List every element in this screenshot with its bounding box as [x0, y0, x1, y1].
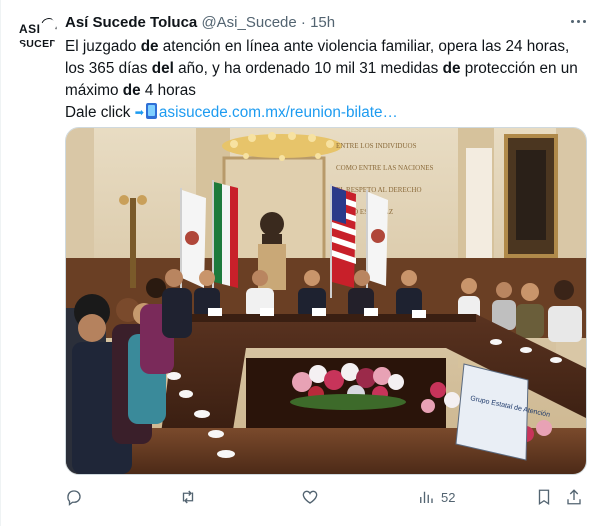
reply-icon	[67, 490, 81, 506]
tweet-text-segment: 4 horas	[140, 82, 196, 99]
retweet-icon	[182, 490, 194, 504]
views-count: 52	[441, 489, 456, 505]
tweet-text-bold: de	[122, 82, 141, 99]
tweet-header: Así Sucede Toluca @Asi_Sucede · 15h	[65, 14, 586, 34]
share-button[interactable]	[565, 486, 583, 508]
views-icon	[420, 491, 433, 503]
phone-emoji-icon	[145, 103, 157, 119]
svg-text:COMO ENTRE LAS NACIONES: COMO ENTRE LAS NACIONES	[336, 164, 434, 172]
more-options-icon[interactable]	[564, 10, 592, 32]
tweet-body: El juzgado de atención en línea ante vio…	[65, 38, 578, 99]
author-handle[interactable]: @Asi_Sucede	[201, 14, 296, 31]
avatar-text-top: ASI	[19, 22, 41, 36]
views-button[interactable]: 52	[417, 486, 455, 508]
tweet-text-bold: de	[140, 38, 159, 55]
photo-scene: ENTRE LOS INDIVIDUOS COMO ENTRE LAS NACI…	[66, 128, 586, 474]
author-name[interactable]: Así Sucede Toluca	[65, 14, 197, 31]
tweet-text-segment: El juzgado	[65, 38, 141, 55]
tweet[interactable]: ASI SUCEDE Así Sucede Toluca @Asi_Sucede…	[0, 0, 602, 526]
avatar-arc-icon	[38, 15, 57, 37]
tweet-actions: 52	[65, 486, 589, 508]
header-separator: ·	[300, 14, 306, 31]
tweet-text: El juzgado de atención en línea ante vio…	[65, 36, 589, 124]
tweet-text-bold: del	[151, 60, 174, 77]
arrow-emoji-icon: ➡	[134, 107, 144, 119]
share-icon	[567, 489, 581, 505]
tweet-link[interactable]: asisucede.com.mx/reunion-bilate…	[159, 104, 398, 121]
reply-button[interactable]	[65, 486, 83, 508]
svg-text:ENTRE LOS INDIVIDUOS: ENTRE LOS INDIVIDUOS	[336, 142, 417, 150]
cta-text: Dale click	[65, 104, 135, 121]
tweet-text-bold: de	[442, 60, 461, 77]
bookmark-button[interactable]	[535, 486, 553, 508]
bookmark-icon	[538, 489, 550, 506]
like-button[interactable]	[301, 486, 319, 508]
tweet-photo[interactable]: ENTRE LOS INDIVIDUOS COMO ENTRE LAS NACI…	[65, 127, 587, 475]
tweet-timestamp[interactable]: 15h	[310, 14, 335, 31]
avatar[interactable]: ASI SUCEDE	[17, 12, 57, 52]
like-icon	[302, 490, 318, 504]
tweet-text-segment: año, y ha ordenado 10 mil 31 medidas	[173, 60, 443, 77]
avatar-text-bottom: SUCEDE	[19, 38, 57, 50]
retweet-button[interactable]	[179, 486, 197, 508]
